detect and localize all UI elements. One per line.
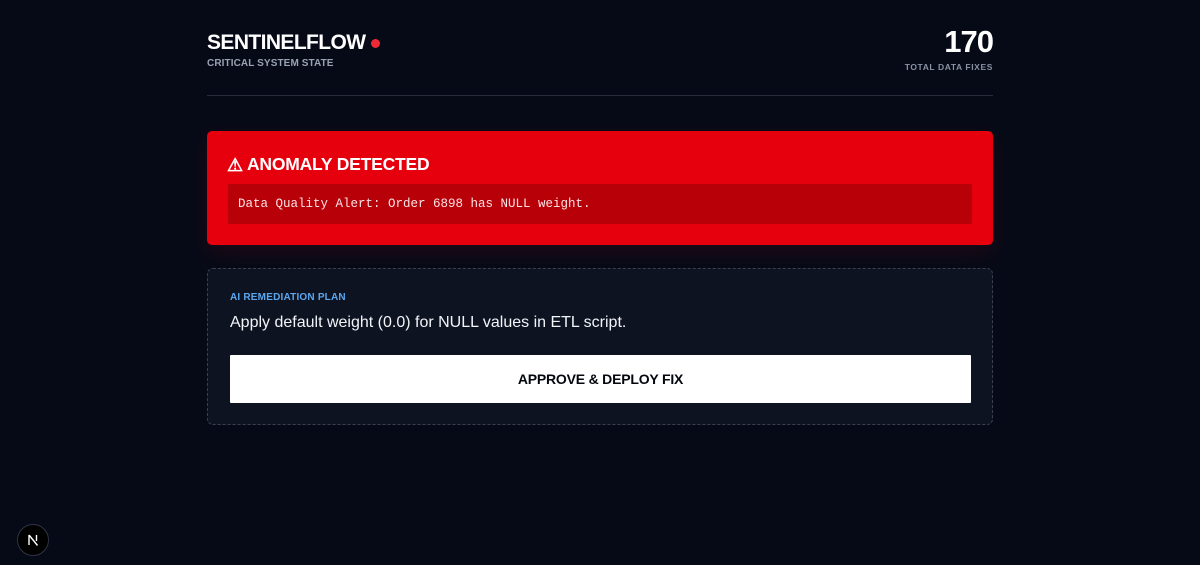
approve-deploy-fix-button[interactable]: APPROVE & DEPLOY FIX	[230, 355, 971, 403]
status-dot-icon	[371, 39, 381, 48]
total-fixes-count: 170	[944, 24, 994, 59]
alert-title-text: ANOMALY DETECTED	[246, 154, 430, 174]
nextjs-dev-badge[interactable]	[17, 524, 49, 556]
brand-name: SENTINELFLOW	[207, 31, 366, 54]
header: SENTINELFLOW CRITICAL SYSTEM STATE 170 T…	[207, 0, 994, 96]
plan-description: Apply default weight (0.0) for NULL valu…	[230, 314, 627, 331]
anomaly-alert: ⚠ ANOMALY DETECTED Data Quality Alert: O…	[207, 131, 993, 245]
alert-title: ⚠ ANOMALY DETECTED	[227, 154, 430, 175]
brand-subtitle: CRITICAL SYSTEM STATE	[207, 58, 334, 69]
total-fixes-label: TOTAL DATA FIXES	[904, 62, 993, 72]
brand: SENTINELFLOW	[207, 31, 381, 55]
remediation-plan-panel: AI REMEDIATION PLAN Apply default weight…	[207, 268, 993, 425]
alert-message: Data Quality Alert: Order 6898 has NULL …	[228, 184, 972, 224]
warning-icon: ⚠	[227, 154, 243, 175]
nextjs-logo-icon	[28, 534, 39, 546]
main-container: SENTINELFLOW CRITICAL SYSTEM STATE 170 T…	[207, 0, 994, 425]
plan-label: AI REMEDIATION PLAN	[230, 292, 346, 303]
